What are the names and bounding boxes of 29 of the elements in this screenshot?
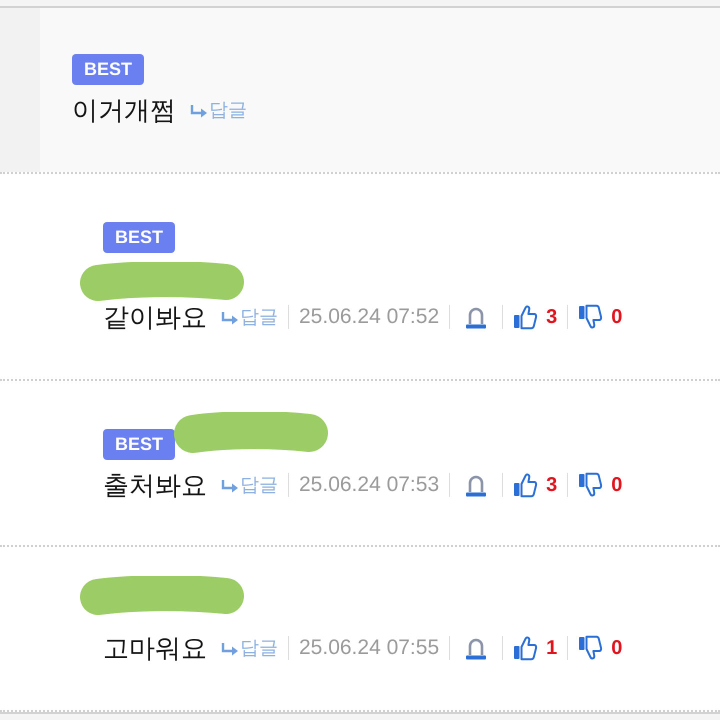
- comment-date: 25.06.24 07:53: [299, 473, 440, 497]
- like-button[interactable]: 3: [513, 304, 558, 330]
- comment-text: 이거개쩜: [72, 94, 176, 126]
- best-badge: BEST: [72, 54, 144, 85]
- thumbs-down-icon: [578, 472, 604, 498]
- comment-date: 25.06.24 07:55: [299, 636, 440, 660]
- dislike-button[interactable]: 0: [578, 635, 622, 661]
- like-button[interactable]: 1: [513, 635, 558, 661]
- thumbs-up-icon: [513, 304, 538, 330]
- siren-icon[interactable]: [465, 306, 488, 328]
- best-badge: BEST: [103, 222, 176, 253]
- like-button[interactable]: 3: [513, 472, 558, 498]
- thumbs-up-icon: [513, 635, 538, 661]
- comment-text: 고마워요: [103, 632, 207, 664]
- thumbs-down-icon: [578, 304, 604, 330]
- siren-icon[interactable]: [465, 636, 488, 660]
- thumbs-down-icon: [578, 635, 604, 661]
- best-badge: BEST: [103, 429, 176, 460]
- comment-text: 같이봐요: [103, 300, 207, 334]
- dislike-button[interactable]: 0: [578, 304, 622, 330]
- reply-arrow-icon: [221, 312, 239, 324]
- reply-arrow-icon: [221, 480, 239, 492]
- comment-date: 25.06.24 07:52: [299, 305, 440, 329]
- siren-icon[interactable]: [465, 474, 488, 496]
- reply-arrow-icon: [190, 104, 208, 118]
- dislike-button[interactable]: 0: [578, 472, 622, 498]
- thumbs-up-icon: [513, 472, 538, 498]
- comment-text: 출처봐요: [103, 468, 207, 502]
- reply-arrow-icon: [221, 642, 239, 656]
